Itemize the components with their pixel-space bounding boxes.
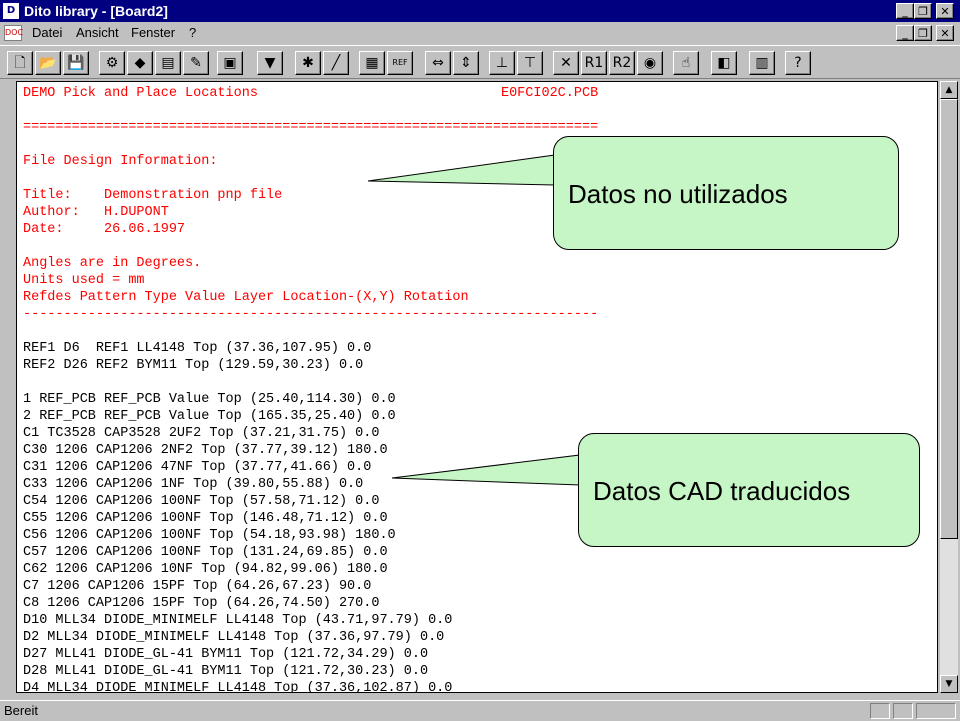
callout-translated-label: Datos CAD traducidos: [593, 476, 851, 506]
status-bar: Bereit: [0, 700, 960, 721]
callout-unused-label: Datos no utilizados: [568, 179, 788, 209]
callout-translated-data: Datos CAD traducidos: [578, 433, 920, 547]
callout-pointer-unused: [367, 154, 556, 186]
callout-connectors: [367, 154, 581, 486]
status-panel-2: [893, 703, 913, 719]
status-panel-3: [916, 703, 956, 719]
status-text: Bereit: [4, 703, 38, 718]
callout-unused-data: Datos no utilizados: [553, 136, 899, 250]
status-panel-1: [870, 703, 890, 719]
callout-pointer-translated: [391, 454, 581, 486]
